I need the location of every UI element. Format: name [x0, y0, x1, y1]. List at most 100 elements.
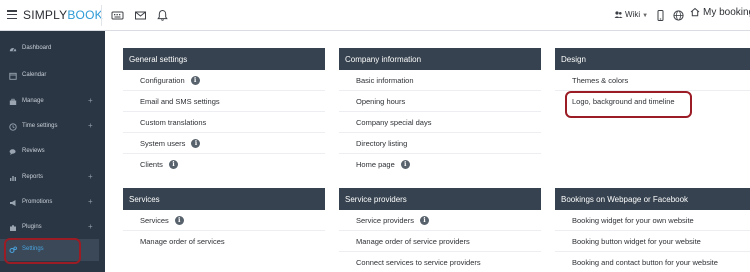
link-services[interactable]: Services i [123, 210, 325, 231]
gauge-icon [9, 47, 17, 52]
link-label: Home page [356, 160, 395, 169]
my-booking-site-link[interactable]: My booking s [690, 7, 750, 18]
expand-plus-icon[interactable]: + [88, 96, 93, 105]
link-label: Service providers [356, 216, 414, 225]
link-label: Manage order of service providers [356, 237, 470, 246]
sidebar-item-manage[interactable]: Manage + [0, 91, 105, 113]
link-label: Booking button widget for your website [572, 237, 701, 246]
link-label: Company special days [356, 118, 432, 127]
sidebar: Dashboard Calendar Manage + Time setting… [0, 31, 105, 272]
logo-part-1: SIMPLY [23, 8, 68, 22]
clock-icon [9, 123, 17, 131]
info-icon[interactable]: i [174, 215, 184, 225]
globe-icon[interactable] [672, 9, 685, 22]
panel-title: Bookings on Webpage or Facebook [555, 188, 750, 210]
expand-plus-icon[interactable]: + [88, 222, 93, 231]
link-label: Booking and contact button for your webs… [572, 258, 718, 267]
link-manage-order-of-services[interactable]: Manage order of services [123, 231, 325, 252]
panel-service-providers: Service providers Service providers i Man… [339, 188, 541, 272]
expand-plus-icon[interactable]: + [88, 197, 93, 206]
sidebar-item-calendar[interactable]: Calendar [0, 65, 105, 87]
panel-title: Services [123, 188, 325, 210]
link-manage-order-of-providers[interactable]: Manage order of service providers [339, 231, 541, 252]
home-icon [690, 8, 700, 17]
sidebar-item-reports[interactable]: Reports + [0, 167, 105, 189]
bar-chart-icon [10, 176, 16, 181]
sidebar-item-label: Promotions [22, 199, 53, 205]
sidebar-item-label: Reports [22, 174, 44, 180]
info-icon[interactable]: i [168, 159, 178, 169]
panel-general-settings: General settings Configuration i Email an… [123, 48, 325, 175]
link-label: Connect services to service providers [356, 258, 481, 267]
link-email-sms-settings[interactable]: Email and SMS settings [123, 91, 325, 112]
link-label: Themes & colors [572, 76, 629, 85]
link-label: Clients [140, 160, 163, 169]
link-themes-colors[interactable]: Themes & colors [555, 70, 750, 91]
info-icon[interactable]: i [400, 159, 410, 169]
link-label: Manage order of services [140, 237, 225, 246]
bell-icon[interactable] [156, 9, 169, 22]
sidebar-item-label: Calendar [22, 72, 47, 78]
panel-title: General settings [123, 48, 325, 70]
link-booking-button-widget[interactable]: Booking button widget for your website [555, 231, 750, 252]
user-icon [614, 11, 623, 19]
link-directory-listing[interactable]: Directory listing [339, 133, 541, 154]
sidebar-item-label: Dashboard [22, 45, 52, 51]
link-system-users[interactable]: System users i [123, 133, 325, 154]
wiki-menu[interactable]: Wiki ▼ [614, 10, 648, 19]
expand-plus-icon[interactable]: + [88, 121, 93, 130]
link-clients[interactable]: Clients i [123, 154, 325, 175]
link-label: Basic information [356, 76, 414, 85]
settings-content: General settings Configuration i Email an… [105, 31, 750, 272]
app-logo[interactable]: SIMPLYBOOK [23, 8, 103, 22]
link-basic-information[interactable]: Basic information [339, 70, 541, 91]
info-icon[interactable]: i [419, 215, 429, 225]
sidebar-item-dashboard[interactable]: Dashboard [0, 38, 105, 60]
link-label: Booking widget for your own website [572, 216, 694, 225]
link-service-providers[interactable]: Service providers i [339, 210, 541, 231]
sidebar-item-reviews[interactable]: Reviews [0, 141, 105, 163]
wiki-label: Wiki [625, 10, 641, 19]
panel-bookings-on-webpage: Bookings on Webpage or Facebook Booking … [555, 188, 750, 272]
comments-icon [9, 149, 16, 155]
link-label: Custom translations [140, 118, 207, 127]
panel-company-information: Company information Basic information Op… [339, 48, 541, 175]
top-bar: SIMPLYBOOK Wiki▼ My booking s [0, 0, 750, 31]
link-label: Email and SMS settings [140, 97, 220, 106]
link-label: System users [140, 139, 186, 148]
puzzle-icon [10, 225, 16, 231]
mail-icon[interactable] [134, 9, 147, 22]
link-configuration[interactable]: Configuration i [123, 70, 325, 91]
my-booking-site-label: My booking s [703, 7, 750, 18]
link-booking-widget[interactable]: Booking widget for your own website [555, 210, 750, 231]
calendar-icon [9, 72, 17, 80]
link-connect-services-to-providers[interactable]: Connect services to service providers [339, 252, 541, 272]
sidebar-item-plugins[interactable]: Plugins + [0, 217, 105, 239]
panel-services: Services Services i Manage order of servi… [123, 188, 325, 252]
sidebar-item-label: Reviews [22, 148, 45, 154]
link-custom-translations[interactable]: Custom translations [123, 112, 325, 133]
link-opening-hours[interactable]: Opening hours [339, 91, 541, 112]
link-label: Opening hours [356, 97, 406, 106]
menu-icon[interactable] [7, 10, 17, 20]
sidebar-item-promotions[interactable]: Promotions + [0, 192, 105, 214]
settings-highlight-outline [4, 238, 81, 264]
panel-title: Service providers [339, 188, 541, 210]
keyboard-icon[interactable] [111, 9, 124, 22]
topbar-divider [101, 5, 102, 26]
info-icon[interactable]: i [190, 75, 200, 85]
sidebar-item-label: Plugins [22, 224, 42, 230]
panel-title: Company information [339, 48, 541, 70]
logo-link-highlight-outline [565, 91, 692, 118]
link-home-page[interactable]: Home page i [339, 154, 541, 175]
link-company-special-days[interactable]: Company special days [339, 112, 541, 133]
info-icon[interactable]: i [191, 138, 201, 148]
link-label: Services [140, 216, 169, 225]
link-booking-contact-button[interactable]: Booking and contact button for your webs… [555, 252, 750, 272]
sidebar-item-label: Time settings [22, 123, 58, 129]
sidebar-item-time-settings[interactable]: Time settings + [0, 116, 105, 138]
mobile-icon[interactable] [654, 9, 667, 22]
megaphone-icon [10, 200, 16, 206]
link-label: Configuration [140, 76, 185, 85]
expand-plus-icon[interactable]: + [88, 172, 93, 181]
